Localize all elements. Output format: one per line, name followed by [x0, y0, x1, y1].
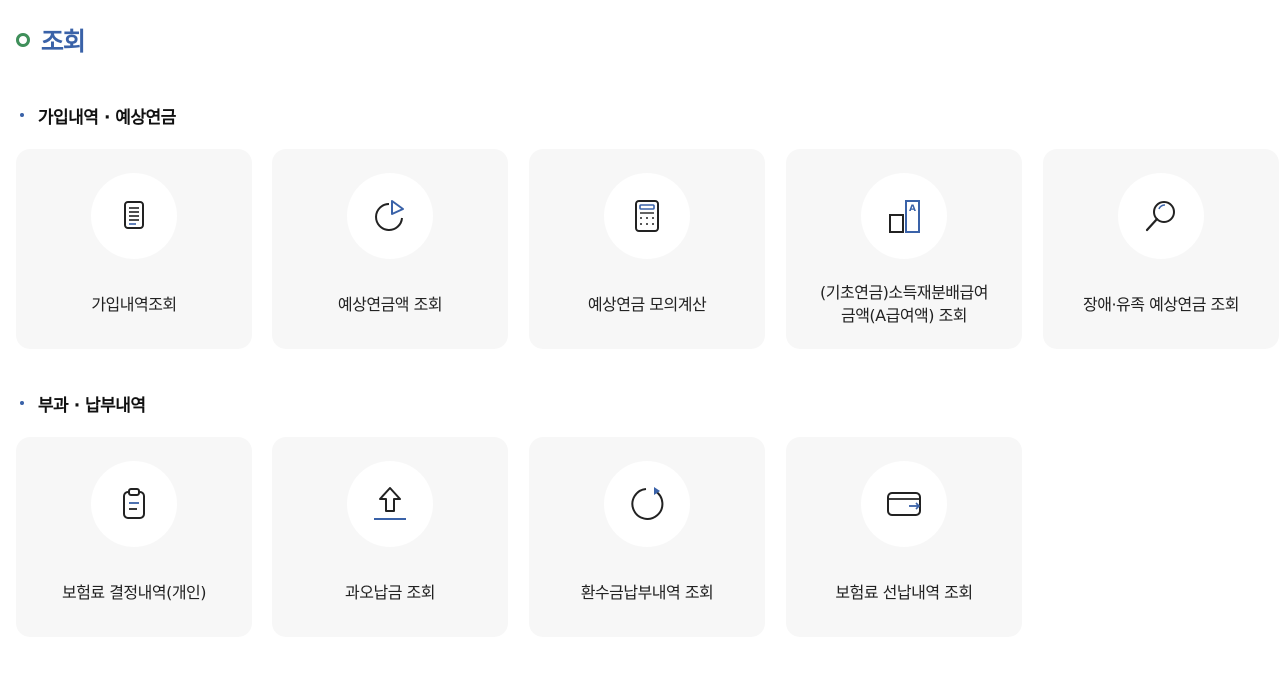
section-bullet-icon: [20, 401, 24, 405]
card-basic-pension-redistribution[interactable]: A (기초연금)소득재분배급여 금액(A급여액) 조회: [786, 149, 1022, 349]
icon-circle: [1118, 173, 1204, 259]
page-title-text: 조회: [41, 27, 86, 56]
card-label: 장애·유족 예상연금 조회: [1083, 294, 1239, 314]
card-overpayment[interactable]: 과오납금 조회: [272, 437, 508, 637]
card-label: 가입내역조회: [91, 294, 177, 314]
card-label: 보험료 선납내역 조회: [835, 582, 973, 602]
card-label: (기초연금)소득재분배급여 금액(A급여액) 조회: [820, 283, 988, 325]
page: 조회 가입내역 · 예상연금 가입내역조회 예상연금액 조회 예상연금 모의계산…: [0, 0, 1283, 676]
card-advance-payment-history[interactable]: 보험료 선납내역 조회: [786, 437, 1022, 637]
card-disability-survivor-pension[interactable]: 장애·유족 예상연금 조회: [1043, 149, 1279, 349]
icon-circle: [347, 173, 433, 259]
card-label: 보험료 결정내역(개인): [61, 582, 207, 602]
clipboard-icon: [123, 488, 145, 519]
section-title-text: 부과 · 납부내역: [38, 395, 146, 416]
card-premium-decision[interactable]: 보험료 결정내역(개인): [16, 437, 252, 637]
card-pension-simulation[interactable]: 예상연금 모의계산: [529, 149, 765, 349]
svg-text:A: A: [909, 204, 916, 214]
section-title-subscription: 가입내역 · 예상연금: [20, 103, 176, 128]
section-title-payment: 부과 · 납부내역: [20, 391, 146, 416]
icon-circle: [604, 173, 690, 259]
icon-circle: [347, 461, 433, 547]
card-subscription-history[interactable]: 가입내역조회: [16, 149, 252, 349]
section-title-text: 가입내역 · 예상연금: [38, 107, 176, 128]
page-title: 조회: [16, 22, 86, 58]
card-refund-payment-history[interactable]: 환수금납부내역 조회: [529, 437, 765, 637]
upload-arrow-icon: [374, 487, 406, 520]
card-label: 예상연금액 조회: [337, 294, 443, 314]
icon-circle: [91, 461, 177, 547]
card-label: 예상연금 모의계산: [587, 294, 707, 314]
bar-a-icon: A: [889, 200, 920, 233]
card-label: 환수금납부내역 조회: [580, 582, 714, 602]
document-list-icon: [124, 201, 144, 229]
icon-circle: [604, 461, 690, 547]
title-bullet-icon: [16, 33, 30, 47]
section-bullet-icon: [20, 113, 24, 117]
icon-circle: [91, 173, 177, 259]
refresh-icon: [631, 487, 664, 520]
magnifier-icon: [1145, 201, 1175, 232]
card-expected-pension[interactable]: 예상연금액 조회: [272, 149, 508, 349]
card-label: 과오납금 조회: [345, 582, 435, 602]
wallet-icon: [887, 492, 921, 516]
pie-chart-icon: [375, 200, 404, 231]
calculator-icon: [635, 200, 659, 232]
icon-circle: A: [861, 173, 947, 259]
icon-circle: [861, 461, 947, 547]
